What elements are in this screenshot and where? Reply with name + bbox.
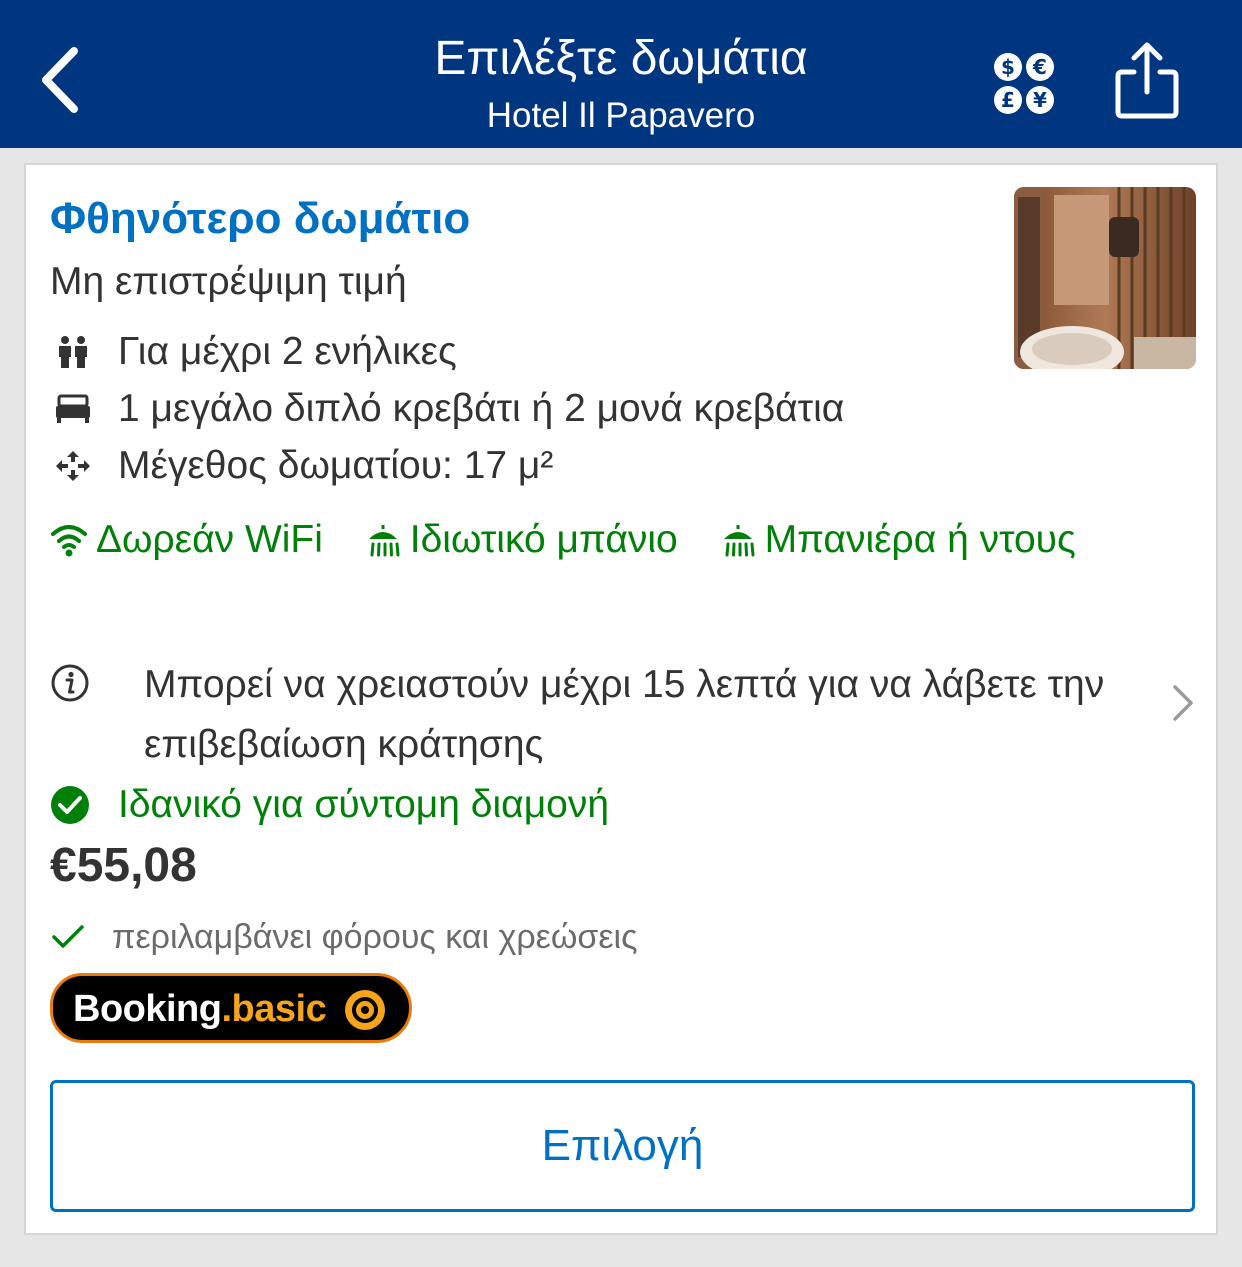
- room-size-text: Μέγεθος δωματίου: 17 μ²: [118, 444, 554, 487]
- room-size-row: Μέγεθος δωματίου: 17 μ²: [50, 441, 553, 491]
- currency-dollar: $: [1001, 55, 1015, 79]
- people-icon: [50, 329, 96, 375]
- select-room-button[interactable]: Επιλογή: [50, 1080, 1195, 1212]
- tax-note-text: περιλαμβάνει φόρους και χρεώσεις: [112, 918, 638, 956]
- amenity-bath-or-shower: Μπανιέρα ή ντους: [719, 518, 1076, 561]
- check-icon: [52, 925, 84, 948]
- share-button[interactable]: [1110, 38, 1186, 122]
- amenity-bath-or-shower-label: Μπανιέρα ή ντους: [764, 518, 1076, 561]
- badge-label: Booking.basic: [73, 984, 327, 1034]
- tax-note-row: περιλαμβάνει φόρους και χρεώσεις: [50, 915, 637, 959]
- chevron-left-icon: [42, 47, 78, 113]
- badge-dot: .: [221, 988, 232, 1030]
- share-icon: [1115, 42, 1179, 119]
- currency-icon: $ € £ ¥: [994, 53, 1054, 114]
- occupancy-row: Για μέχρι 2 ενήλικες: [50, 327, 457, 377]
- hotel-name: Hotel Il Papavero: [486, 96, 756, 135]
- beds-row: 1 μεγάλο διπλό κρεβάτι ή 2 μονά κρεβάτια: [50, 384, 844, 434]
- page-title: Επιλέξτε δωμάτια: [434, 32, 808, 85]
- ideal-short-stay-row: Ιδανικό για σύντομη διαμονή: [50, 777, 609, 833]
- top-nav-bar: Επιλέξτε δωμάτια Hotel Il Papavero $ € £…: [0, 0, 1242, 148]
- ideal-short-stay-text: Ιδανικό για σύντομη διαμονή: [118, 783, 610, 826]
- confirmation-info-text: Μπορεί να χρειαστούν μέχρι 15 λεπτά για …: [144, 663, 1105, 766]
- booking-basic-badge: Booking.basic: [50, 973, 412, 1043]
- cancellation-policy: Μη επιστρέψιμη τιμή: [50, 260, 407, 303]
- target-icon: [345, 990, 385, 1030]
- amenity-private-bathroom: Ιδιωτικό μπάνιο: [364, 518, 678, 561]
- room-photo[interactable]: [1014, 187, 1196, 369]
- currency-yen: ¥: [1033, 88, 1047, 112]
- info-icon: [51, 664, 89, 702]
- room-size-icon: [50, 443, 96, 489]
- room-price: €55,08: [50, 839, 197, 892]
- check-circle-icon: [51, 786, 89, 824]
- badge-tier: basic: [231, 988, 327, 1030]
- occupancy-text: Για μέχρι 2 ενήλικες: [118, 330, 457, 373]
- room-title[interactable]: Φθηνότερο δωμάτιο: [50, 191, 470, 247]
- amenity-wifi-label: Δωρεάν WiFi: [96, 518, 323, 561]
- currency-pound: £: [1001, 88, 1015, 112]
- shower-icon: [723, 525, 755, 557]
- room-photo-image: [1014, 187, 1196, 369]
- wifi-icon: [51, 525, 87, 557]
- currency-euro: €: [1032, 55, 1047, 79]
- beds-text: 1 μεγάλο διπλό κρεβάτι ή 2 μονά κρεβάτια: [118, 387, 845, 430]
- confirmation-info-row[interactable]: Μπορεί να χρειαστούν μέχρι 15 λεπτά για …: [50, 655, 1195, 775]
- badge-brand: Booking: [73, 988, 222, 1030]
- amenity-wifi: Δωρεάν WiFi: [50, 518, 323, 561]
- back-button[interactable]: [30, 40, 90, 120]
- room-card: Φθηνότερο δωμάτιο Μη επιστρέψιμη τιμή Γι…: [24, 163, 1218, 1235]
- amenity-private-bathroom-label: Ιδιωτικό μπάνιο: [409, 518, 678, 561]
- chevron-right-icon: [1173, 685, 1193, 721]
- shower-icon: [368, 525, 400, 557]
- bed-icon: [50, 386, 96, 432]
- amenities-list: Δωρεάν WiFi Ιδιωτικό μπάνιο Μπανιέρα ή ν…: [50, 509, 1150, 571]
- currency-button[interactable]: $ € £ ¥: [990, 50, 1060, 116]
